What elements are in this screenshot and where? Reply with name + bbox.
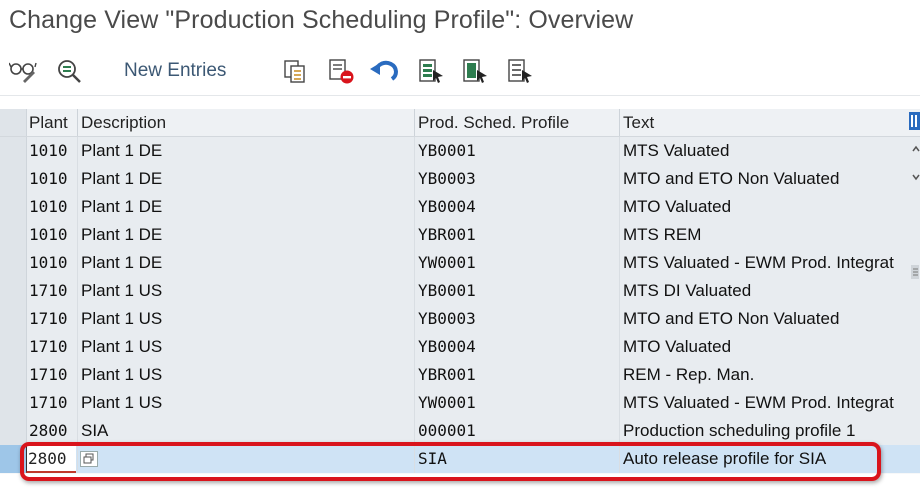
select-all-rows-button[interactable] bbox=[0, 109, 27, 136]
select-all-icon[interactable] bbox=[416, 56, 446, 86]
row-selector[interactable] bbox=[0, 277, 27, 305]
cell-description[interactable]: Plant 1 DE bbox=[78, 165, 415, 193]
cell-description[interactable]: Plant 1 DE bbox=[78, 137, 415, 165]
page-title: Change View "Production Scheduling Profi… bbox=[9, 6, 634, 34]
row-selector[interactable] bbox=[0, 193, 27, 221]
table-row[interactable]: 1710 Plant 1 US YB0004 MTO Valuated bbox=[0, 333, 920, 362]
column-header-profile[interactable]: Prod. Sched. Profile bbox=[415, 109, 620, 136]
cell-description[interactable]: Plant 1 DE bbox=[78, 193, 415, 221]
cell-text[interactable]: MTO and ETO Non Valuated bbox=[620, 165, 908, 193]
cell-text[interactable]: MTO Valuated bbox=[620, 333, 908, 361]
cell-plant[interactable]: 1710 bbox=[26, 389, 78, 417]
copy-icon[interactable] bbox=[280, 56, 310, 86]
column-header-text[interactable]: Text bbox=[620, 109, 908, 136]
cell-description[interactable]: Plant 1 US bbox=[78, 361, 415, 389]
row-selector[interactable] bbox=[0, 249, 27, 277]
cell-plant[interactable]: 1710 bbox=[26, 305, 78, 333]
table-row[interactable]: 1010 Plant 1 DE YB0001 MTS Valuated bbox=[0, 137, 920, 166]
cell-profile[interactable]: 000001 bbox=[415, 417, 620, 445]
table-header: Plant Description Prod. Sched. Profile T… bbox=[0, 109, 920, 137]
row-selector[interactable] bbox=[0, 333, 27, 361]
cell-plant[interactable]: 1010 bbox=[26, 249, 78, 277]
delete-icon[interactable] bbox=[326, 56, 356, 86]
cell-plant[interactable]: 2800 bbox=[26, 417, 78, 445]
cell-plant[interactable]: 1710 bbox=[26, 277, 78, 305]
row-selector[interactable] bbox=[0, 361, 27, 389]
table-row[interactable]: 1710 Plant 1 US YBR001 REM - Rep. Man. bbox=[0, 361, 920, 390]
column-settings-icon bbox=[909, 112, 920, 130]
row-selector[interactable] bbox=[0, 305, 27, 333]
toolbar: New Entries bbox=[0, 50, 920, 94]
cell-plant[interactable]: 1010 bbox=[26, 137, 78, 165]
cell-profile[interactable]: YBR001 bbox=[415, 361, 620, 389]
cell-profile[interactable]: YBR001 bbox=[415, 221, 620, 249]
table-row[interactable]: 1010 Plant 1 DE YW0001 MTS Valuated - EWM P… bbox=[0, 249, 920, 278]
cell-profile[interactable]: YW0001 bbox=[415, 249, 620, 277]
row-selector[interactable] bbox=[0, 221, 27, 249]
cell-plant[interactable]: 1010 bbox=[26, 221, 78, 249]
cell-plant[interactable]: 1710 bbox=[26, 361, 78, 389]
cell-text[interactable]: MTS DI Valuated bbox=[620, 277, 908, 305]
cell-description[interactable]: Plant 1 US bbox=[78, 277, 415, 305]
cell-text[interactable]: MTS REM bbox=[620, 221, 908, 249]
cell-text[interactable]: MTS Valuated - EWM Prod. Integrat bbox=[620, 389, 908, 417]
select-block-icon[interactable] bbox=[460, 56, 490, 86]
display-change-icon[interactable] bbox=[54, 56, 84, 86]
table-row[interactable]: 1710 Plant 1 US YB0001 MTS DI Valuated bbox=[0, 277, 920, 306]
cell-description[interactable]: Plant 1 DE bbox=[78, 249, 415, 277]
row-selector[interactable] bbox=[0, 417, 27, 445]
cell-profile[interactable]: YB0003 bbox=[415, 305, 620, 333]
cell-profile[interactable]: YB0004 bbox=[415, 333, 620, 361]
cell-text[interactable]: MTO Valuated bbox=[620, 193, 908, 221]
cell-profile[interactable]: YB0004 bbox=[415, 193, 620, 221]
column-header-description[interactable]: Description bbox=[78, 109, 415, 136]
table-scrollbar[interactable] bbox=[908, 109, 920, 479]
cell-description[interactable]: Plant 1 US bbox=[78, 389, 415, 417]
cell-description[interactable]: Plant 1 US bbox=[78, 305, 415, 333]
cell-text[interactable]: REM - Rep. Man. bbox=[620, 361, 908, 389]
row-selector[interactable] bbox=[0, 137, 27, 165]
cell-plant[interactable]: 1010 bbox=[26, 165, 78, 193]
cell-profile[interactable]: YB0003 bbox=[415, 165, 620, 193]
cell-description[interactable]: Plant 1 DE bbox=[78, 221, 415, 249]
cell-text[interactable]: MTO and ETO Non Valuated bbox=[620, 305, 908, 333]
row-selector[interactable] bbox=[0, 165, 27, 193]
cell-text[interactable]: Production scheduling profile 1 bbox=[620, 417, 908, 445]
table-row[interactable]: 1010 Plant 1 DE YB0004 MTO Valuated bbox=[0, 193, 920, 222]
cell-description[interactable]: Plant 1 US bbox=[78, 333, 415, 361]
table-row[interactable]: 1010 Plant 1 DE YB0003 MTO and ETO Non Valu… bbox=[0, 165, 920, 194]
cell-description[interactable]: SIA bbox=[78, 417, 415, 445]
column-header-plant[interactable]: Plant bbox=[26, 109, 78, 136]
toolbar-separator bbox=[0, 95, 920, 96]
cell-text[interactable]: MTS Valuated bbox=[620, 137, 908, 165]
table-row[interactable]: 1710 Plant 1 US YB0003 MTO and ETO Non Valu… bbox=[0, 305, 920, 334]
undo-icon[interactable] bbox=[370, 56, 400, 86]
table-row[interactable]: 1710 Plant 1 US YW0001 MTS Valuated - EWM P… bbox=[0, 389, 920, 418]
cell-profile[interactable]: YB0001 bbox=[415, 277, 620, 305]
cell-text[interactable]: MTS Valuated - EWM Prod. Integrat bbox=[620, 249, 908, 277]
cell-plant[interactable]: 1710 bbox=[26, 333, 78, 361]
glasses-edit-icon[interactable] bbox=[8, 56, 38, 86]
table-row[interactable]: 1010 Plant 1 DE YBR001 MTS REM bbox=[0, 221, 920, 250]
highlight-box bbox=[20, 442, 881, 481]
cell-profile[interactable]: YW0001 bbox=[415, 389, 620, 417]
new-entries-button[interactable]: New Entries bbox=[124, 60, 226, 82]
row-selector[interactable] bbox=[0, 389, 27, 417]
cell-plant[interactable]: 1010 bbox=[26, 193, 78, 221]
deselect-all-icon[interactable] bbox=[505, 56, 535, 86]
cell-profile[interactable]: YB0001 bbox=[415, 137, 620, 165]
